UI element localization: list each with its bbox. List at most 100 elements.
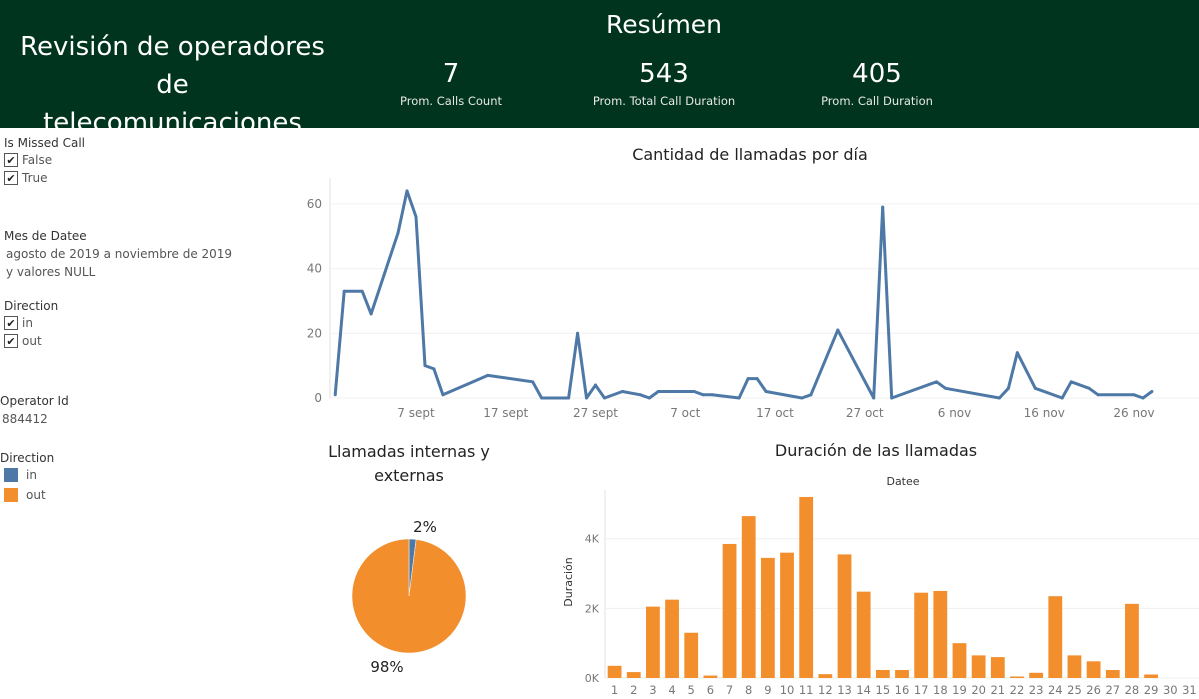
bar[interactable] — [741, 516, 756, 678]
filter-direction-out-checkbox[interactable]: ✔ out — [4, 334, 42, 348]
bar[interactable] — [703, 675, 718, 678]
data-point[interactable] — [432, 367, 436, 371]
bar[interactable] — [837, 554, 852, 678]
data-point[interactable] — [1033, 386, 1037, 390]
data-point[interactable] — [710, 393, 714, 397]
line-chart[interactable]: 0 20 40 60 7 sept 17 sept 27 sept 7 oct 17 oct 27… — [290, 170, 1199, 430]
data-point[interactable] — [755, 377, 759, 381]
data-point[interactable] — [890, 396, 894, 400]
bar-chart[interactable]: DateeDuración0K2K4K1 2 3 4 5 6 7 8 9 10 11 12 13 14 15… — [555, 470, 1199, 699]
filter-operator-value[interactable]: 884412 — [2, 412, 48, 426]
check-icon[interactable]: ✔ — [4, 153, 18, 167]
check-icon[interactable]: ✔ — [4, 171, 18, 185]
data-point[interactable] — [737, 396, 741, 400]
data-point[interactable] — [405, 189, 409, 193]
data-point[interactable] — [1060, 396, 1064, 400]
data-point[interactable] — [585, 396, 589, 400]
filter-month-null: y valores NULL — [6, 265, 96, 279]
check-icon[interactable]: ✔ — [4, 316, 18, 330]
data-point[interactable] — [576, 331, 580, 335]
filter-missed-true-checkbox[interactable]: ✔ True — [4, 171, 48, 185]
line-chart-title: Cantidad de llamadas por día — [632, 145, 868, 164]
bar[interactable] — [1048, 596, 1063, 678]
bar[interactable] — [1067, 655, 1082, 678]
data-point[interactable] — [764, 390, 768, 394]
data-point[interactable] — [1132, 393, 1136, 397]
data-point[interactable] — [1006, 386, 1010, 390]
bar[interactable] — [1029, 672, 1044, 678]
data-point[interactable] — [540, 396, 544, 400]
bar[interactable] — [1086, 661, 1101, 678]
filter-month-range[interactable]: agosto de 2019 a noviembre de 2019 — [6, 247, 232, 261]
bar[interactable] — [607, 665, 622, 678]
data-point[interactable] — [701, 393, 705, 397]
x-tick-label: 2 — [630, 683, 637, 697]
data-point[interactable] — [441, 393, 445, 397]
data-point[interactable] — [935, 380, 939, 384]
bar[interactable] — [760, 557, 775, 678]
data-point[interactable] — [656, 390, 660, 394]
series-line[interactable] — [333, 189, 1153, 400]
data-point[interactable] — [836, 328, 840, 332]
data-point[interactable] — [602, 396, 606, 400]
data-point[interactable] — [414, 215, 418, 219]
data-point[interactable] — [638, 393, 642, 397]
data-point[interactable] — [531, 380, 535, 384]
data-point[interactable] — [692, 390, 696, 394]
bar[interactable] — [1125, 603, 1139, 678]
data-point[interactable] — [1087, 386, 1091, 390]
data-point[interactable] — [944, 386, 948, 390]
data-point[interactable] — [1141, 396, 1145, 400]
pie-chart[interactable]: 2% 98% — [330, 505, 490, 685]
bar[interactable] — [856, 591, 871, 678]
bar[interactable] — [626, 672, 641, 678]
bar[interactable] — [1010, 676, 1024, 679]
data-point[interactable] — [333, 393, 337, 397]
filter-direction-in-checkbox[interactable]: ✔ in — [4, 316, 33, 330]
bar[interactable] — [914, 592, 929, 678]
legend-item-in[interactable]: in — [4, 468, 37, 482]
data-point[interactable] — [881, 205, 885, 209]
data-point[interactable] — [809, 393, 813, 397]
bar[interactable] — [818, 674, 833, 678]
bar[interactable] — [952, 643, 967, 678]
bar[interactable] — [971, 655, 986, 678]
data-point[interactable] — [594, 383, 597, 387]
data-point[interactable] — [360, 289, 364, 293]
data-point[interactable] — [997, 396, 1001, 400]
pie-slice-out[interactable] — [351, 538, 467, 654]
filter-missed-false-checkbox[interactable]: ✔ False — [4, 153, 52, 167]
data-point[interactable] — [647, 396, 651, 400]
data-point[interactable] — [1069, 380, 1073, 384]
bar[interactable] — [1144, 674, 1158, 678]
bar[interactable] — [895, 669, 909, 678]
x-tick-label: 6 — [707, 683, 714, 697]
data-point[interactable] — [369, 312, 373, 316]
data-point[interactable] — [423, 364, 427, 368]
bar[interactable] — [1105, 669, 1120, 678]
data-point[interactable] — [1150, 390, 1154, 394]
data-point[interactable] — [342, 289, 346, 293]
bar[interactable] — [780, 552, 794, 678]
data-point[interactable] — [486, 373, 490, 377]
bar[interactable] — [933, 590, 948, 678]
bar[interactable] — [646, 606, 660, 678]
data-point[interactable] — [396, 231, 400, 235]
summary-title: Resúmen — [605, 10, 723, 39]
bar[interactable] — [684, 632, 699, 678]
data-point[interactable] — [1096, 393, 1100, 397]
data-point[interactable] — [1015, 351, 1019, 355]
header-banner: Revisión de operadores de telecomunicaci… — [0, 0, 1199, 138]
data-point[interactable] — [567, 396, 571, 400]
bar[interactable] — [799, 496, 814, 678]
data-point[interactable] — [746, 377, 750, 381]
bar[interactable] — [875, 669, 890, 678]
bar[interactable] — [665, 599, 679, 678]
data-point[interactable] — [800, 396, 804, 400]
data-point[interactable] — [620, 390, 624, 394]
legend-item-out[interactable]: out — [4, 488, 46, 502]
bar[interactable] — [990, 657, 1005, 678]
bar[interactable] — [722, 543, 737, 678]
data-point[interactable] — [872, 396, 876, 400]
check-icon[interactable]: ✔ — [4, 334, 18, 348]
